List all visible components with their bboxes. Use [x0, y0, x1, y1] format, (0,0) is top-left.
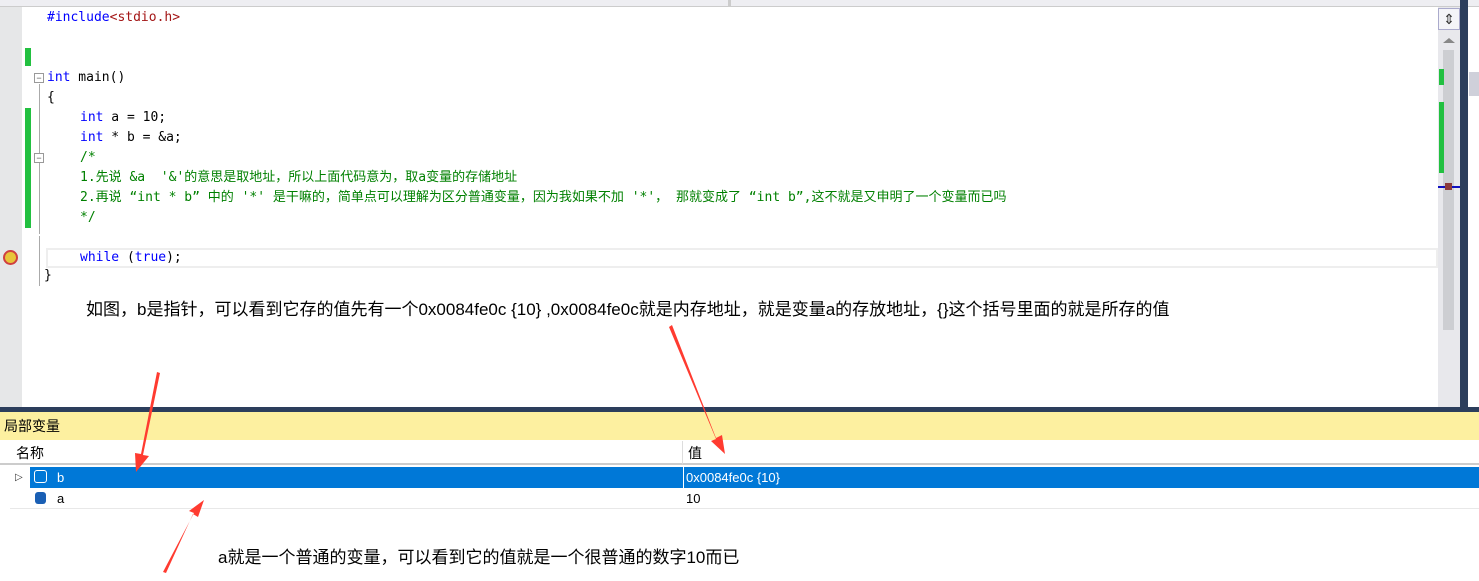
arrow-to-b-row	[135, 372, 160, 472]
arrow-to-value-column	[669, 325, 725, 454]
annotation-arrows	[135, 325, 725, 573]
arrow-to-a-row	[163, 500, 204, 573]
